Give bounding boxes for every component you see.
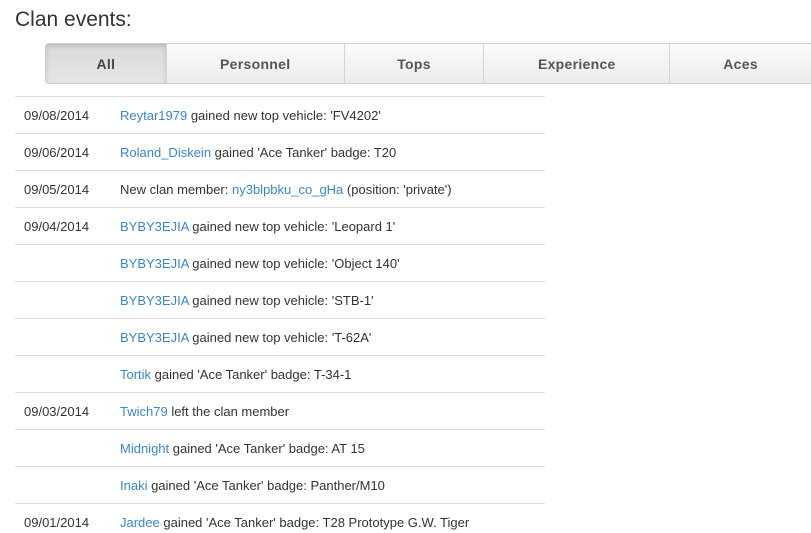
list-item: BYBY3EJIA gained new top vehicle: 'STB-1… <box>15 282 545 319</box>
player-link[interactable]: Twich79 <box>120 404 168 419</box>
list-item: 09/06/2014 Roland_Diskein gained 'Ace Ta… <box>15 134 545 171</box>
event-date: 09/05/2014 <box>24 181 90 197</box>
list-item: 09/05/2014 New clan member: ny3blpbku_co… <box>15 171 545 208</box>
tab-personnel[interactable]: Personnel <box>167 44 345 83</box>
tab-experience[interactable]: Experience <box>484 44 671 83</box>
event-description: (position: 'private') <box>343 181 452 197</box>
tab-tops[interactable]: Tops <box>345 44 485 83</box>
event-description: gained 'Ace Tanker' badge: T28 Prototype… <box>159 514 470 530</box>
event-description: gained 'Ace Tanker' badge: Panther/M10 <box>147 477 385 493</box>
event-description: left the clan member <box>167 403 290 419</box>
event-description: gained new top vehicle: 'STB-1' <box>188 292 374 308</box>
event-text: Midnight gained 'Ace Tanker' badge: AT 1… <box>120 441 365 456</box>
event-list: 09/08/2014 Reytar1979 gained new top veh… <box>15 96 545 533</box>
list-item: Inaki gained 'Ace Tanker' badge: Panther… <box>15 467 545 504</box>
event-text: Jardee gained 'Ace Tanker' badge: T28 Pr… <box>120 515 469 530</box>
event-text: Twich79 left the clan member <box>120 404 289 419</box>
event-date: 09/04/2014 <box>24 218 90 234</box>
list-item: Tortik gained 'Ace Tanker' badge: T-34-1 <box>15 356 545 393</box>
event-description: gained 'Ace Tanker' badge: T20 <box>211 144 397 160</box>
event-date: 09/03/2014 <box>24 403 90 419</box>
tab-aces[interactable]: Aces <box>670 44 811 83</box>
event-prefix: New clan member: <box>120 181 232 197</box>
event-description: gained 'Ace Tanker' badge: T-34-1 <box>151 366 352 382</box>
event-description: gained 'Ace Tanker' badge: AT 15 <box>169 440 365 456</box>
player-link[interactable]: ny3blpbku_co_gHa <box>232 182 343 197</box>
clan-events-page: Clan events: All Personnel Tops Experien… <box>0 0 811 533</box>
player-link[interactable]: Midnight <box>120 441 169 456</box>
player-link[interactable]: BYBY3EJIA <box>120 256 189 271</box>
player-link[interactable]: Inaki <box>120 478 147 493</box>
event-text: BYBY3EJIA gained new top vehicle: 'STB-1… <box>120 293 374 308</box>
event-text: BYBY3EJIA gained new top vehicle: 'Leopa… <box>120 219 395 234</box>
event-date: 09/06/2014 <box>24 144 90 160</box>
player-link[interactable]: BYBY3EJIA <box>120 219 189 234</box>
list-item: BYBY3EJIA gained new top vehicle: 'T-62A… <box>15 319 545 356</box>
event-description: gained new top vehicle: 'T-62A' <box>188 329 372 345</box>
player-link[interactable]: Tortik <box>120 367 151 382</box>
page-title: Clan events: <box>15 8 132 31</box>
event-filter-tabs: All Personnel Tops Experience Aces <box>45 43 811 84</box>
list-item: Midnight gained 'Ace Tanker' badge: AT 1… <box>15 430 545 467</box>
list-item: 09/03/2014 Twich79 left the clan member <box>15 393 545 430</box>
player-link[interactable]: Roland_Diskein <box>120 145 211 160</box>
player-link[interactable]: Jardee <box>120 515 160 530</box>
list-item: 09/04/2014 BYBY3EJIA gained new top vehi… <box>15 208 545 245</box>
event-description: gained new top vehicle: 'FV4202' <box>187 107 381 123</box>
event-text: BYBY3EJIA gained new top vehicle: 'T-62A… <box>120 330 371 345</box>
player-link[interactable]: Reytar1979 <box>120 108 187 123</box>
event-date: 09/08/2014 <box>24 107 90 123</box>
event-text: BYBY3EJIA gained new top vehicle: 'Objec… <box>120 256 400 271</box>
event-text: Tortik gained 'Ace Tanker' badge: T-34-1 <box>120 367 351 382</box>
event-description: gained new top vehicle: 'Object 140' <box>188 255 400 271</box>
list-item: BYBY3EJIA gained new top vehicle: 'Objec… <box>15 245 545 282</box>
event-description: gained new top vehicle: 'Leopard 1' <box>188 218 396 234</box>
list-item: 09/01/2014 Jardee gained 'Ace Tanker' ba… <box>15 504 545 533</box>
tab-all[interactable]: All <box>46 44 167 83</box>
event-text: Reytar1979 gained new top vehicle: 'FV42… <box>120 108 381 123</box>
event-date: 09/01/2014 <box>24 514 90 530</box>
event-text: Roland_Diskein gained 'Ace Tanker' badge… <box>120 145 396 160</box>
event-text: New clan member: ny3blpbku_co_gHa (posit… <box>120 182 452 197</box>
event-text: Inaki gained 'Ace Tanker' badge: Panther… <box>120 478 385 493</box>
player-link[interactable]: BYBY3EJIA <box>120 330 189 345</box>
list-item: 09/08/2014 Reytar1979 gained new top veh… <box>15 97 545 134</box>
player-link[interactable]: BYBY3EJIA <box>120 293 189 308</box>
